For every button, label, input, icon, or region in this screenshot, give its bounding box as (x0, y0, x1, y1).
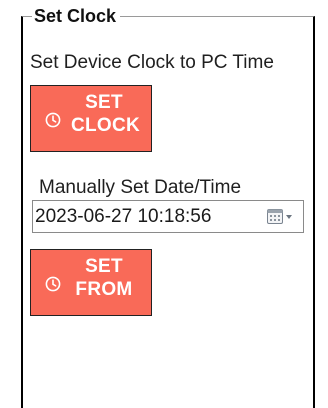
set-from-button[interactable]: SET FROM (30, 249, 152, 316)
set-device-clock-label: Set Device Clock to PC Time (30, 52, 274, 73)
set-clock-button-label-line1: SET (85, 92, 123, 113)
set-clock-button-label-line2: CLOCK (71, 115, 141, 136)
datetime-value: 2023-06-27 10:18:56 (35, 206, 212, 227)
calendar-dropdown-icon[interactable] (267, 209, 295, 225)
clock-icon (45, 112, 61, 128)
set-clock-button[interactable]: SET CLOCK (30, 85, 152, 152)
panel-legend: Set Clock (32, 6, 121, 26)
manual-datetime-label: Manually Set Date/Time (39, 177, 242, 198)
set-from-button-label-line1: SET (85, 256, 123, 277)
set-from-button-label-line2: FROM (75, 279, 133, 300)
set-clock-panel: Set Clock Set Device Clock to PC Time SE… (21, 6, 315, 408)
datetime-input[interactable]: 2023-06-27 10:18:56 (32, 200, 304, 233)
clock-icon (45, 276, 61, 292)
